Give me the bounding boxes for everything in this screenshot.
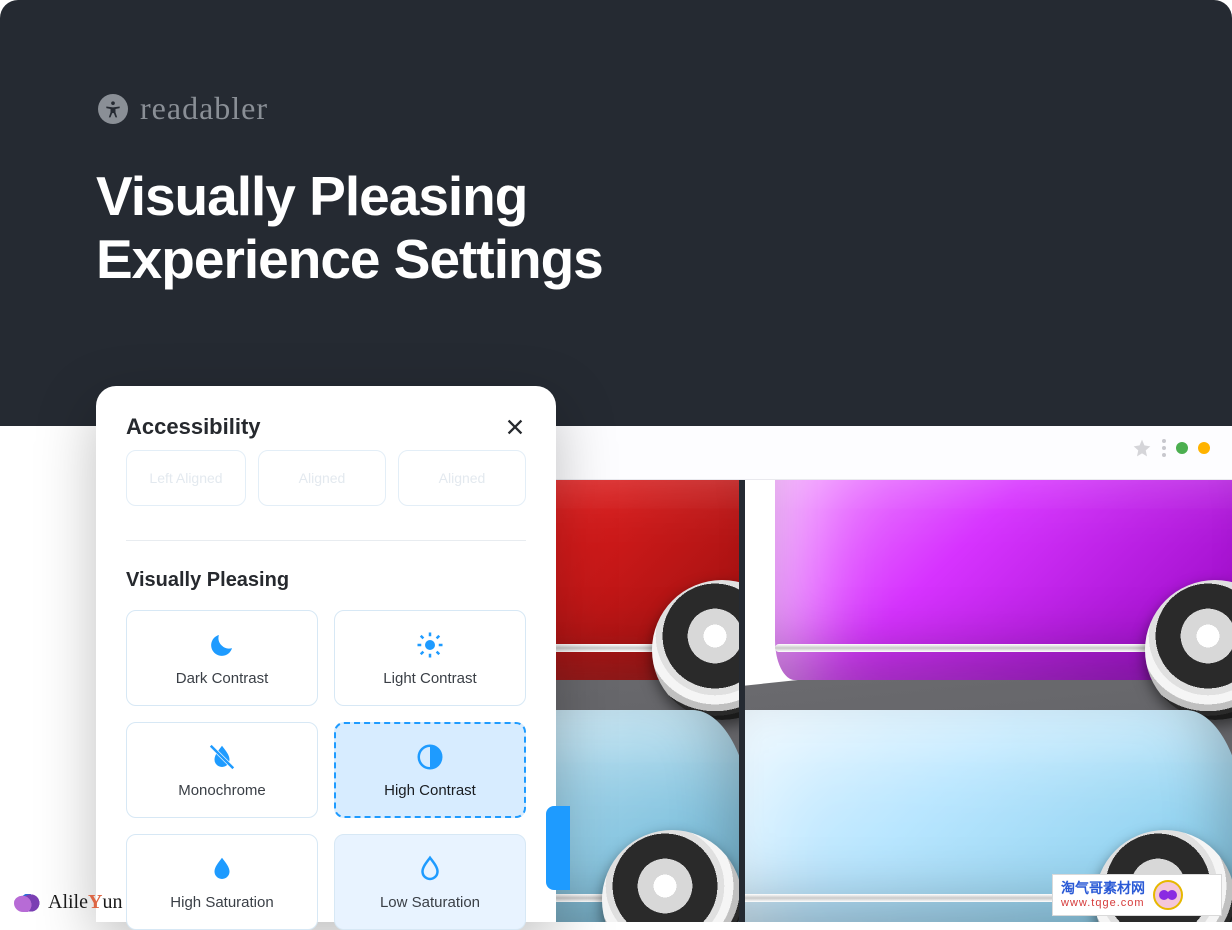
pane-high-contrast bbox=[745, 480, 1232, 922]
page-headline: Visually Pleasing Experience Settings bbox=[96, 165, 603, 292]
accessibility-person-icon bbox=[98, 94, 128, 124]
droplet-slash-icon bbox=[207, 742, 237, 772]
kebab-menu-icon[interactable] bbox=[1162, 439, 1166, 457]
option-label: High Saturation bbox=[170, 894, 273, 911]
option-high-saturation[interactable]: High Saturation bbox=[126, 834, 318, 930]
watermark-alileyun: AlileYun bbox=[14, 891, 122, 914]
option-label: High Contrast bbox=[384, 782, 476, 799]
window-dot-green[interactable] bbox=[1176, 442, 1188, 454]
watermark-line1: 淘气哥素材网 bbox=[1061, 881, 1145, 896]
accessibility-panel: Accessibility Left Aligned Aligned Align… bbox=[96, 386, 556, 922]
option-light-contrast[interactable]: Light Contrast bbox=[334, 610, 526, 706]
ghost-option-aligned-1[interactable]: Aligned bbox=[258, 450, 386, 506]
option-monochrome[interactable]: Monochrome bbox=[126, 722, 318, 818]
option-label: Low Saturation bbox=[380, 894, 480, 911]
droplet-outline-icon bbox=[415, 854, 445, 884]
section-divider bbox=[126, 540, 526, 541]
option-high-contrast[interactable]: High Contrast bbox=[334, 722, 526, 818]
panel-title: Accessibility bbox=[126, 414, 261, 440]
previous-section-options: Left Aligned Aligned Aligned bbox=[126, 450, 526, 506]
brand: readabler bbox=[98, 90, 268, 127]
sun-icon bbox=[415, 630, 445, 660]
option-label: Light Contrast bbox=[383, 670, 476, 687]
car-magenta bbox=[775, 480, 1232, 680]
cloud-icon bbox=[14, 894, 42, 912]
moon-icon bbox=[207, 630, 237, 660]
option-low-saturation[interactable]: Low Saturation bbox=[334, 834, 526, 930]
section-title: Visually Pleasing bbox=[126, 569, 526, 592]
watermark-tqge: 淘气哥素材网 www.tqge.com bbox=[1052, 874, 1222, 916]
mascot-face-icon bbox=[1153, 880, 1183, 910]
option-label: Dark Contrast bbox=[176, 670, 269, 687]
contrast-circle-icon bbox=[415, 742, 445, 772]
headline-line1: Visually Pleasing bbox=[96, 165, 527, 227]
option-dark-contrast[interactable]: Dark Contrast bbox=[126, 610, 318, 706]
panel-open-tab[interactable] bbox=[546, 806, 570, 890]
bookmark-star-icon[interactable] bbox=[1132, 438, 1152, 458]
brand-name: readabler bbox=[140, 90, 268, 127]
option-label: Monochrome bbox=[178, 782, 266, 799]
watermark-line2: www.tqge.com bbox=[1061, 897, 1145, 909]
window-dot-yellow[interactable] bbox=[1198, 442, 1210, 454]
headline-line2: Experience Settings bbox=[96, 228, 603, 290]
droplet-filled-icon bbox=[207, 854, 237, 884]
ghost-option-left-aligned[interactable]: Left Aligned bbox=[126, 450, 246, 506]
ghost-option-aligned-2[interactable]: Aligned bbox=[398, 450, 526, 506]
close-icon[interactable] bbox=[504, 416, 526, 438]
visually-pleasing-grid: Dark Contrast Light Contrast Monochrome … bbox=[126, 610, 526, 930]
browser-controls bbox=[1132, 438, 1210, 458]
